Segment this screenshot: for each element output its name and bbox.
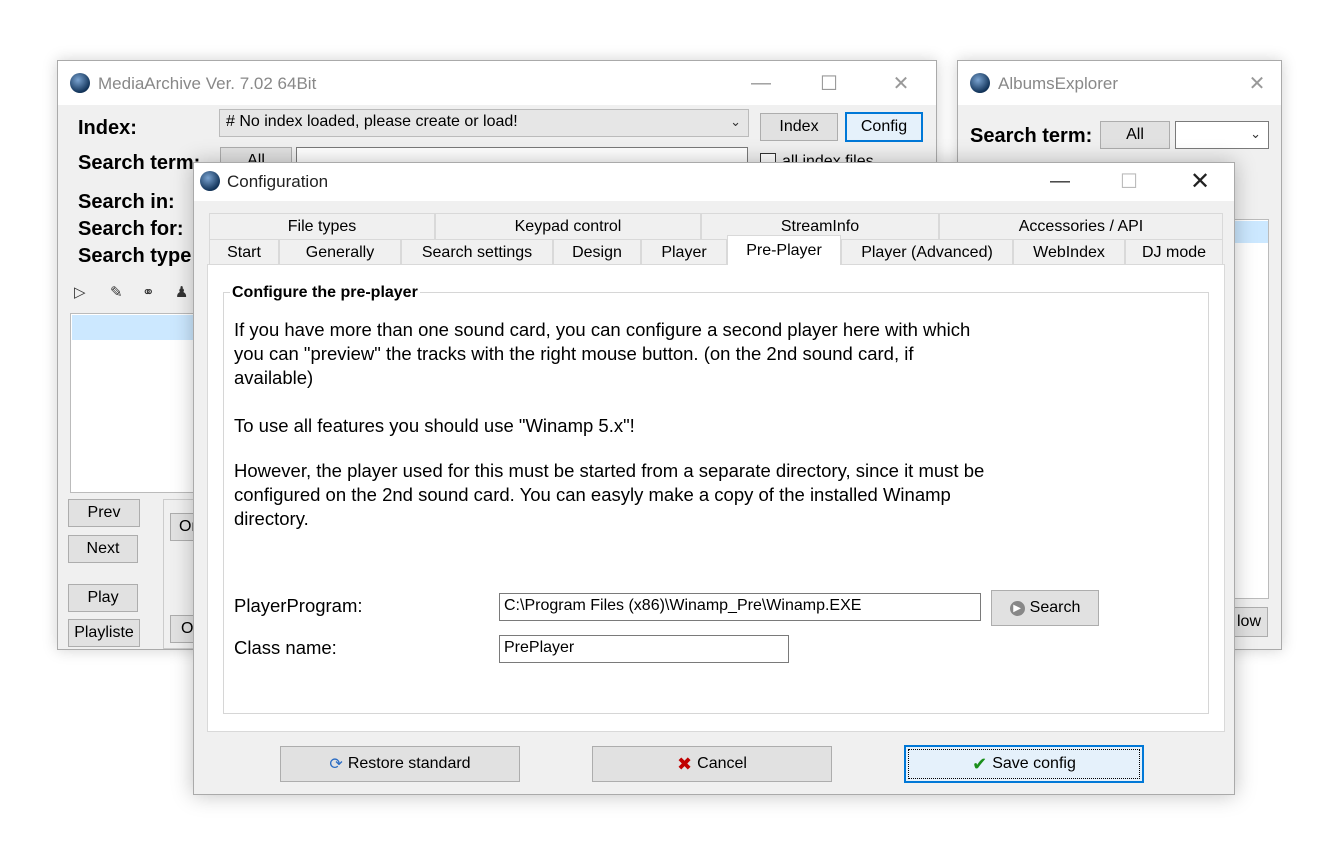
- tab-pre-player[interactable]: Pre-Player: [727, 235, 841, 265]
- minimize-icon[interactable]: —: [1037, 165, 1083, 197]
- play-button[interactable]: Play: [68, 584, 138, 612]
- description-paragraph-1: If you have more than one sound card, yo…: [234, 319, 971, 388]
- close-icon[interactable]: ✕: [1177, 165, 1223, 197]
- tab-start[interactable]: Start: [209, 239, 279, 265]
- description-paragraph-2: To use all features you should use "Wina…: [234, 415, 635, 436]
- tab-player[interactable]: Player: [641, 239, 727, 265]
- play-icon[interactable]: ▷: [74, 283, 86, 301]
- chevron-down-icon: ⌄: [1250, 126, 1261, 141]
- maximize-icon[interactable]: ☐: [1106, 165, 1152, 197]
- tab-keypad-control[interactable]: Keypad control: [435, 213, 701, 239]
- search-for-label: Search for:: [78, 218, 184, 240]
- close-icon[interactable]: ✕: [878, 67, 924, 99]
- configuration-dialog: Configuration — ☐ ✕ File types Keypad co…: [193, 162, 1235, 795]
- edit-icon[interactable]: ✎: [110, 283, 123, 301]
- person-icon[interactable]: ♟: [175, 283, 188, 301]
- player-program-input[interactable]: C:\Program Files (x86)\Winamp_Pre\Winamp…: [499, 593, 981, 621]
- search-term-label: Search term:: [78, 152, 201, 174]
- class-name-label: Class name:: [234, 637, 337, 658]
- tab-webindex[interactable]: WebIndex: [1013, 239, 1125, 265]
- search-type-label: Search type:: [78, 245, 199, 267]
- search-button-label: Search: [1029, 599, 1081, 616]
- player-program-label: PlayerProgram:: [234, 595, 363, 616]
- cancel-button[interactable]: ✖ Cancel: [592, 746, 832, 782]
- search-icon: ▶: [1009, 600, 1025, 616]
- window-title: MediaArchive Ver. 7.02 64Bit: [98, 74, 317, 93]
- selected-row[interactable]: [72, 315, 209, 340]
- tab-file-types[interactable]: File types: [209, 213, 435, 239]
- maximize-icon[interactable]: ☐: [806, 67, 852, 99]
- description-paragraph-3: However, the player used for this must b…: [234, 460, 985, 529]
- config-button[interactable]: Config: [845, 112, 923, 142]
- index-combo[interactable]: # No index loaded, please create or load…: [219, 109, 749, 137]
- window-title: Configuration: [227, 172, 329, 191]
- tab-dj-mode[interactable]: DJ mode: [1125, 239, 1223, 265]
- restore-standard-button[interactable]: ⟳ Restore standard: [280, 746, 520, 782]
- search-term-combo[interactable]: ⌄: [1175, 121, 1269, 149]
- next-button[interactable]: Next: [68, 535, 138, 563]
- result-list[interactable]: [70, 313, 210, 493]
- group-title: Configure the pre-player: [230, 284, 420, 302]
- index-combo-value: # No index loaded, please create or load…: [226, 113, 518, 130]
- search-in-label: Search in:: [78, 191, 175, 213]
- index-button[interactable]: Index: [760, 113, 838, 141]
- search-term-label: Search term:: [970, 125, 1093, 147]
- tab-generally[interactable]: Generally: [279, 239, 401, 265]
- app-icon: [70, 73, 90, 93]
- search-button[interactable]: ▶ Search: [991, 590, 1099, 626]
- tab-accessories-api[interactable]: Accessories / API: [939, 213, 1223, 239]
- playlist-button[interactable]: Playliste: [68, 619, 140, 647]
- minimize-icon[interactable]: —: [738, 67, 784, 99]
- restore-standard-label: Restore standard: [347, 755, 471, 772]
- title-bar: AlbumsExplorer ✕: [958, 61, 1281, 105]
- prev-button[interactable]: Prev: [68, 499, 140, 527]
- headphones-icon[interactable]: ⚭: [142, 283, 155, 301]
- focus-rectangle: [908, 749, 1140, 779]
- tab-player-advanced[interactable]: Player (Advanced): [841, 239, 1013, 265]
- chevron-down-icon: ⌄: [730, 114, 741, 129]
- title-bar: MediaArchive Ver. 7.02 64Bit — ☐ ✕: [58, 61, 936, 105]
- index-label: Index:: [78, 117, 137, 139]
- close-icon[interactable]: ✕: [1234, 67, 1280, 99]
- tab-search-settings[interactable]: Search settings: [401, 239, 553, 265]
- app-icon: [200, 171, 220, 191]
- cancel-x-icon: ✖: [677, 753, 693, 774]
- tab-design[interactable]: Design: [553, 239, 641, 265]
- refresh-icon: ⟳: [329, 756, 343, 773]
- app-icon: [970, 73, 990, 93]
- window-title: AlbumsExplorer: [998, 74, 1118, 93]
- all-button[interactable]: All: [1100, 121, 1170, 149]
- save-config-button[interactable]: ✔ Save config: [904, 745, 1144, 783]
- class-name-input[interactable]: PrePlayer: [499, 635, 789, 663]
- cancel-label: Cancel: [697, 755, 747, 772]
- title-bar: Configuration — ☐ ✕: [194, 163, 1234, 201]
